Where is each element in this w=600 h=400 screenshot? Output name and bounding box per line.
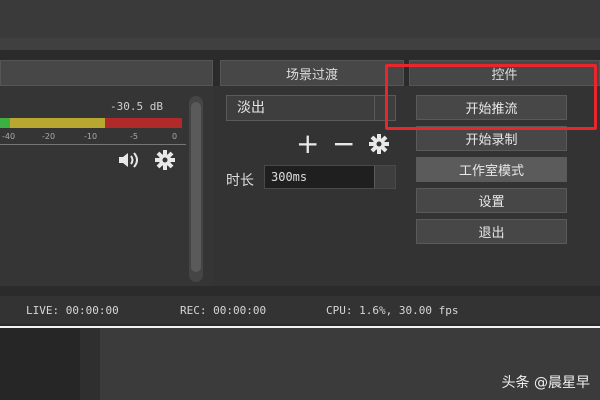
duration-field[interactable]: 300ms bbox=[264, 165, 396, 189]
toolbar-strip bbox=[0, 38, 600, 50]
meter-red-segment bbox=[105, 118, 182, 128]
gear-icon[interactable] bbox=[154, 149, 176, 171]
meter-tick-labels: -40 -20 -10 -5 0 bbox=[0, 130, 186, 148]
mixer-db-readout: -30.5 dB bbox=[110, 100, 163, 113]
cpu-status: CPU: 1.6%, 30.00 fps bbox=[326, 304, 459, 317]
mixer-scrollbar[interactable] bbox=[189, 96, 203, 282]
transition-properties-gear-icon[interactable] bbox=[368, 133, 390, 155]
add-transition-button[interactable]: + bbox=[296, 130, 319, 158]
meter-tick: -10 bbox=[84, 132, 98, 141]
speaker-icon[interactable] bbox=[117, 149, 139, 171]
meter-tick: -20 bbox=[42, 132, 56, 141]
duration-stepper[interactable] bbox=[374, 166, 395, 188]
meter-green-segment bbox=[0, 118, 10, 128]
mixer-header bbox=[0, 60, 213, 86]
settings-button[interactable]: 设置 bbox=[416, 188, 567, 213]
bottom-column bbox=[80, 328, 100, 400]
volume-meter bbox=[0, 118, 182, 128]
meter-scale-line bbox=[0, 144, 186, 145]
bottom-left-panel bbox=[0, 328, 80, 400]
watermark: 头条 @晨星早 bbox=[501, 375, 590, 391]
transition-select[interactable]: 淡出 bbox=[226, 95, 396, 121]
transitions-header: 场景过渡 bbox=[220, 60, 404, 86]
meter-tick: -40 bbox=[2, 132, 16, 141]
annotation-highlight-box bbox=[385, 64, 597, 130]
meter-yellow-segment bbox=[10, 118, 105, 128]
meter-tick: -5 bbox=[130, 132, 138, 141]
top-toolbar-area bbox=[0, 0, 600, 50]
exit-button[interactable]: 退出 bbox=[416, 219, 567, 244]
duration-label: 时长 bbox=[226, 173, 254, 189]
studio-mode-button[interactable]: 工作室模式 bbox=[416, 157, 567, 182]
remove-transition-button[interactable]: − bbox=[332, 130, 355, 158]
transitions-header-label: 场景过渡 bbox=[285, 67, 338, 83]
audio-mixer-panel bbox=[0, 86, 213, 286]
rec-status: REC: 00:00:00 bbox=[180, 304, 267, 317]
status-bar: LIVE: 00:00:00 REC: 00:00:00 CPU: 1.6%, … bbox=[0, 296, 600, 324]
meter-tick: 0 bbox=[172, 132, 178, 141]
mixer-scrollbar-thumb[interactable] bbox=[191, 102, 201, 272]
duration-value: 300ms bbox=[271, 170, 308, 184]
live-status: LIVE: 00:00:00 bbox=[26, 304, 119, 317]
transition-select-value: 淡出 bbox=[237, 100, 265, 116]
